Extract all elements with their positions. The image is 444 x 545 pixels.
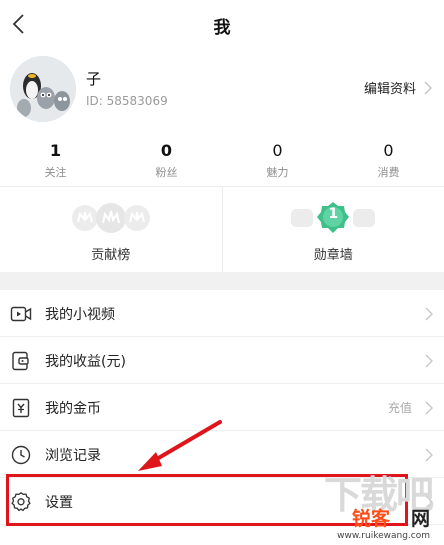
- stat-label: 魅力: [266, 166, 289, 179]
- menu-label: 我的小视频: [45, 307, 115, 323]
- watermark-brand: 锐客: [351, 508, 390, 530]
- watermark-brand-suffix: 网: [410, 508, 430, 530]
- clock-icon: [11, 445, 31, 465]
- menu-label: 我的收益(元): [45, 354, 126, 370]
- coin-icon: [12, 398, 30, 418]
- contribution-board[interactable]: 贡献榜: [0, 187, 222, 272]
- medal-wall-label: 勋章墙: [313, 248, 353, 263]
- menu-item-earnings[interactable]: 我的收益(元): [0, 337, 444, 384]
- chevron-right-icon: [425, 401, 433, 415]
- watermark: 下载吧 锐客 网 www.ruikewang.com: [320, 473, 438, 541]
- medal-count: 1: [328, 206, 339, 222]
- chevron-right-icon: [425, 307, 433, 321]
- stat-fans[interactable]: 0 粉丝: [111, 140, 222, 186]
- stat-charm[interactable]: 0 魅力: [222, 140, 333, 186]
- edit-profile-button[interactable]: 编辑资料: [364, 78, 432, 97]
- stats-row: 1 关注 0 粉丝 0 魅力 0 消费: [0, 140, 444, 186]
- penguin-avatar-icon: [10, 56, 76, 122]
- wallet-icon: [12, 351, 29, 371]
- menu-item-coins[interactable]: 我的金币 充值: [0, 384, 444, 431]
- chevron-right-icon: [424, 81, 432, 94]
- stat-label: 关注: [44, 166, 67, 179]
- stat-label: 粉丝: [155, 166, 178, 179]
- recharge-label: 充值: [387, 401, 412, 415]
- video-icon: [10, 306, 32, 322]
- contribution-label: 贡献榜: [91, 248, 131, 263]
- stat-following[interactable]: 1 关注: [0, 140, 111, 186]
- stat-value: 0: [383, 141, 394, 160]
- medal-wall[interactable]: 1 勋章墙: [221, 187, 444, 272]
- stat-value: 0: [160, 141, 173, 160]
- badges-row: 贡献榜 1 勋章墙: [0, 186, 444, 272]
- menu-label: 我的金币: [45, 401, 101, 417]
- profile-section[interactable]: 子 ID: 58583069 编辑资料: [0, 52, 444, 132]
- username: 子: [86, 70, 102, 88]
- edit-profile-label: 编辑资料: [363, 82, 416, 97]
- chevron-right-icon: [425, 448, 433, 462]
- avatar[interactable]: [10, 56, 76, 122]
- menu-label: 浏览记录: [45, 448, 101, 464]
- stat-label: 消费: [377, 166, 400, 179]
- menu-item-my-videos[interactable]: 我的小视频: [0, 290, 444, 337]
- stat-value: 0: [272, 141, 283, 160]
- crown-badges-icon: [71, 203, 150, 233]
- section-divider: [0, 272, 444, 290]
- user-id: ID: 58583069: [86, 94, 168, 108]
- top-bar: 我: [0, 0, 444, 48]
- watermark-url: www.ruikewang.com: [337, 531, 430, 541]
- stat-spending[interactable]: 0 消费: [333, 140, 444, 186]
- page-title: 我: [213, 18, 231, 38]
- stat-value: 1: [49, 141, 62, 160]
- chevron-right-icon: [425, 354, 433, 368]
